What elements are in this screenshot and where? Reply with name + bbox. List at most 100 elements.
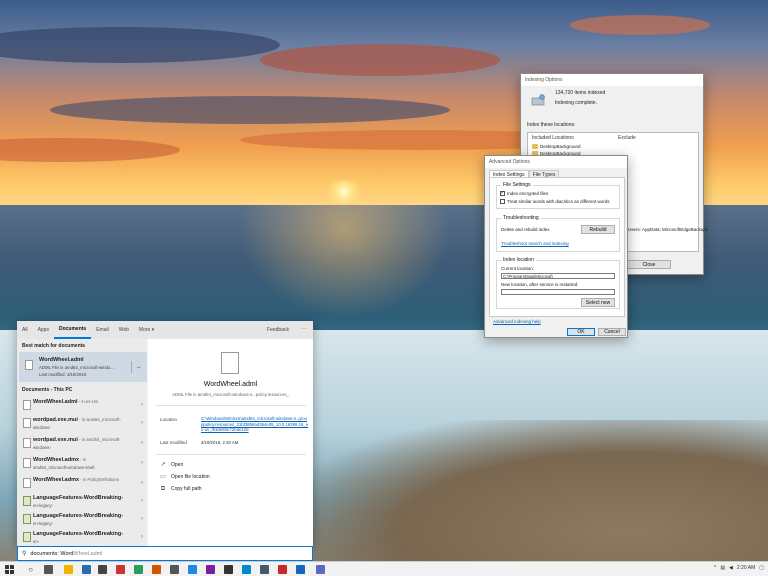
column-included: Included Locations xyxy=(532,135,574,141)
search-query[interactable]: documents: Word xyxy=(30,551,73,557)
search-icon[interactable]: ○ xyxy=(26,565,35,574)
current-location-field[interactable]: C:\ProgramData\Microsoft xyxy=(501,273,615,279)
app-icon[interactable] xyxy=(134,565,143,574)
best-match-modified: Last modified: 3/19/2018 xyxy=(39,372,87,377)
chevron-right-icon: › xyxy=(141,498,143,504)
column-exclude: Exclude xyxy=(618,135,636,141)
network-icon[interactable]: ▤ xyxy=(720,565,725,571)
index-encrypted-checkbox[interactable]: ✓ Index encrypted files xyxy=(500,191,548,196)
app-icon[interactable] xyxy=(242,565,251,574)
app-icon[interactable] xyxy=(296,565,305,574)
result-item[interactable]: LanguageFeatures-WordBreaking- en-legacy… xyxy=(19,511,147,529)
search-icon: ⚲ xyxy=(22,551,27,557)
result-item[interactable]: WordWheel.adml - in es-US › xyxy=(19,397,147,415)
divider xyxy=(156,454,306,455)
tab-email[interactable]: Email xyxy=(91,321,114,339)
settings-icon[interactable] xyxy=(170,565,179,574)
chevron-right-icon: › xyxy=(141,402,143,408)
rebuild-button[interactable]: Rebuild xyxy=(581,225,615,234)
document-icon xyxy=(23,418,31,428)
notifications-icon[interactable]: ▢ xyxy=(759,565,764,571)
advanced-options-window: Advanced Options Index Settings File Typ… xyxy=(484,155,628,338)
chevron-right-icon: › xyxy=(141,460,143,466)
result-item[interactable]: LanguageFeatures-WordBreaking- en-legacy… xyxy=(19,493,147,511)
app-icon[interactable] xyxy=(260,565,269,574)
document-icon xyxy=(23,458,31,468)
cancel-button[interactable]: Cancel xyxy=(598,328,626,336)
volume-icon[interactable]: ◀ xyxy=(729,565,733,571)
tab-web[interactable]: Web xyxy=(114,321,134,339)
edge-icon[interactable] xyxy=(82,565,91,574)
window-title: Advanced Options xyxy=(489,159,530,165)
select-new-button[interactable]: Select new xyxy=(581,298,615,307)
more-options-icon[interactable]: ··· xyxy=(301,326,307,332)
drive-icon xyxy=(531,94,545,106)
package-icon xyxy=(23,496,31,506)
open-arrow-icon[interactable]: → xyxy=(131,361,145,373)
app-icon[interactable] xyxy=(224,565,233,574)
open-action[interactable]: ↗ Open xyxy=(160,462,183,468)
document-icon xyxy=(221,352,239,374)
advanced-indexing-help-link[interactable]: Advanced indexing help xyxy=(493,319,541,324)
start-windows-icon[interactable] xyxy=(5,565,14,574)
modified-value: 3/19/2018, 2:20 AM xyxy=(201,440,239,445)
index-location-label: Index location xyxy=(501,257,536,263)
location-value-link[interactable]: C:\Windows\WinSxS\amd64_microsoft-window… xyxy=(201,416,309,433)
current-location-label: Current location: xyxy=(501,266,535,271)
app-icon[interactable] xyxy=(188,565,197,574)
open-file-location-action[interactable]: ▭ Open file location xyxy=(160,474,209,480)
file-settings-label: File Settings xyxy=(501,182,533,188)
package-icon xyxy=(23,514,31,524)
items-indexed-count: 134,720 items indexed xyxy=(555,90,606,96)
tab-apps[interactable]: Apps xyxy=(33,321,54,339)
file-explorer-icon[interactable] xyxy=(64,565,73,574)
tab-all[interactable]: All xyxy=(17,321,33,339)
package-icon xyxy=(23,532,31,542)
tab-documents[interactable]: Documents xyxy=(53,321,92,339)
feedback-link[interactable]: Feedback xyxy=(267,327,289,333)
app-icon[interactable] xyxy=(278,565,287,574)
result-item[interactable]: wordpad.exe.mui - in amd64_microsoft- wi… xyxy=(19,435,147,455)
folder-icon: ▭ xyxy=(160,474,166,480)
result-item[interactable]: WordWheel.admx - in PolicyDefinitions › xyxy=(19,475,147,493)
results-list: Best match for documents WordWheel.adml … xyxy=(17,339,147,546)
system-tray: ^ ▤ ◀ 2:20 AM ▢ xyxy=(714,565,764,571)
rebuild-text: Delete and rebuild index xyxy=(501,227,550,232)
store-icon[interactable] xyxy=(98,565,107,574)
result-item[interactable]: LanguageFeatures-WordBreaking- en- › xyxy=(19,529,147,546)
indexing-options-titlebar[interactable]: Indexing Options xyxy=(521,74,703,86)
advanced-options-titlebar[interactable]: Advanced Options xyxy=(485,156,627,168)
index-settings-pane: File Settings ✓ Index encrypted files Tr… xyxy=(489,177,625,317)
taskbar: ○ ^ ▤ ◀ 2:20 AM ▢ xyxy=(0,561,768,576)
preview-subtitle: ADML File in amd64_microsoft-windows-s..… xyxy=(172,392,289,397)
app-icon[interactable] xyxy=(152,565,161,574)
location-item[interactable]: DesktopBackground xyxy=(532,144,581,149)
close-button[interactable]: Close xyxy=(627,260,671,269)
app-icon[interactable] xyxy=(116,565,125,574)
new-location-label: New location, after service is restarted… xyxy=(501,282,579,287)
documents-header: Documents - This PC xyxy=(22,387,73,393)
app-icon[interactable] xyxy=(316,565,325,574)
result-item[interactable]: wordpad.exe.mui - in wow64_microsoft- wi… xyxy=(19,415,147,435)
search-autocomplete: Wheel.adml xyxy=(73,550,103,557)
diacritics-checkbox[interactable]: Treat similar words with diacritics as d… xyxy=(500,199,610,204)
chevron-up-icon[interactable]: ^ xyxy=(714,565,716,571)
troubleshoot-link[interactable]: Troubleshoot search and indexing xyxy=(501,241,569,246)
best-match-item[interactable]: WordWheel.adml ADML File in amd64_micros… xyxy=(19,352,147,382)
sun xyxy=(326,180,362,204)
chevron-right-icon: › xyxy=(141,516,143,522)
file-settings-group: File Settings ✓ Index encrypted files Tr… xyxy=(496,182,620,209)
ok-button[interactable]: OK xyxy=(567,328,595,336)
indexing-status: Indexing complete. xyxy=(555,100,597,106)
new-location-field[interactable] xyxy=(501,289,615,295)
chevron-right-icon: › xyxy=(141,420,143,426)
tab-more[interactable]: More ▾ xyxy=(134,321,159,339)
app-icon[interactable] xyxy=(206,565,215,574)
copy-full-path-action[interactable]: ⧉ Copy full path xyxy=(160,486,202,492)
result-item[interactable]: WordWheel.admx - in amd64_microsoft-wind… xyxy=(19,455,147,475)
clock[interactable]: 2:20 AM xyxy=(737,565,755,571)
search-box[interactable]: ⚲ documents: Word Wheel.adml xyxy=(17,546,313,561)
window-title: Indexing Options xyxy=(525,77,563,83)
open-icon: ↗ xyxy=(160,462,166,468)
task-view-icon[interactable] xyxy=(44,565,53,574)
